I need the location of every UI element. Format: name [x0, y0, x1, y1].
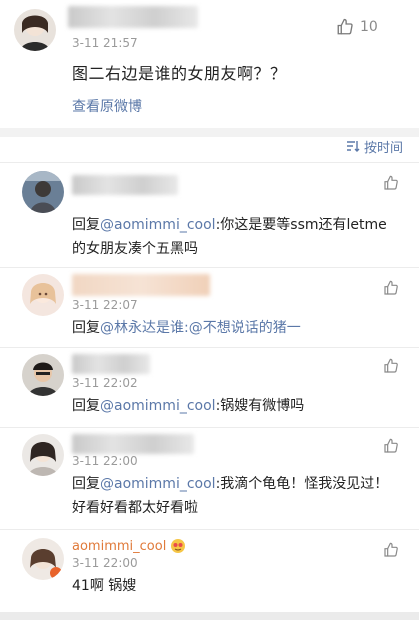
comment-text: 回复@aomimmi_cool:你这是要等ssm还有letme的女朋友凑个五黑吗 — [72, 213, 389, 261]
comment-username-hidden — [72, 274, 210, 296]
comment-text: 回复@aomimmi_cool:锅嫂有微博吗 — [72, 394, 389, 418]
comment-time: 3-11 22:00 — [72, 556, 138, 570]
comment-avatar[interactable] — [22, 274, 64, 316]
comment-username[interactable]: aomimmi_cool — [72, 538, 186, 554]
post-time: 3-11 21:57 — [72, 36, 138, 50]
comment-avatar[interactable] — [22, 354, 64, 396]
comment-avatar[interactable] — [22, 434, 64, 476]
comment-body: :@不想说话的猪一 — [184, 320, 301, 336]
comment-text: 回复@林永达是谁:@不想说话的猪一 — [72, 316, 389, 340]
post-like-button[interactable]: 10 — [336, 18, 378, 36]
comment-body: 41啊 锅嫂 — [72, 578, 137, 594]
post-text: 图二右边是谁的女朋友啊？？ — [72, 64, 287, 83]
reply-section: 按时间 回复@aomimmi_cool:你这是要等ssm还有letme的女朋友凑… — [0, 137, 419, 612]
thumbs-up-icon — [384, 542, 398, 557]
thumbs-up-icon — [337, 18, 353, 35]
comment-like-button[interactable] — [383, 280, 399, 296]
comment-text: 41啊 锅嫂 — [72, 574, 389, 598]
username-text[interactable]: aomimmi_cool — [72, 539, 166, 554]
mention-link[interactable]: @aomimmi_cool — [100, 217, 216, 233]
comment-time: 3-11 22:07 — [72, 298, 138, 312]
post-card: 3-11 21:57 10 图二右边是谁的女朋友啊？？ 查看原微博 — [0, 0, 419, 128]
comment-avatar[interactable] — [22, 171, 64, 213]
thumbs-up-icon — [384, 358, 398, 373]
sort-icon — [346, 141, 360, 152]
comment-time: 3-11 22:00 — [72, 454, 138, 468]
comment-like-button[interactable] — [383, 175, 399, 191]
comment-item: 3-11 22:07 回复@林永达是谁:@不想说话的猪一 — [0, 267, 419, 345]
comment-item: aomimmi_cool 3-11 22:00 41啊 锅嫂 — [0, 529, 419, 609]
comment-avatar[interactable] — [22, 538, 64, 580]
comment-item: 3-11 22:02 回复@aomimmi_cool:锅嫂有微博吗 — [0, 347, 419, 425]
mention-link[interactable]: @林永达是谁 — [100, 320, 184, 336]
thumbs-up-icon — [384, 175, 398, 190]
post-like-count: 10 — [360, 19, 378, 35]
comment-item: 3-11 22:00 回复@aomimmi_cool:我滴个龟龟！怪我没见过！好… — [0, 427, 419, 527]
sort-button[interactable]: 按时间 — [346, 135, 403, 157]
thumbs-up-icon — [384, 280, 398, 295]
comment-like-button[interactable] — [383, 358, 399, 374]
post-username-hidden — [68, 6, 198, 28]
comment-username-hidden — [72, 354, 150, 374]
comment-like-button[interactable] — [383, 438, 399, 454]
comment-body: :锅嫂有微博吗 — [215, 398, 305, 414]
comment-time: 3-11 22:02 — [72, 376, 138, 390]
view-original-link[interactable]: 查看原微博 — [72, 96, 142, 116]
mention-link[interactable]: @aomimmi_cool — [100, 398, 216, 414]
reply-prefix: 回复 — [72, 476, 100, 492]
comment-item: 回复@aomimmi_cool:你这是要等ssm还有letme的女朋友凑个五黑吗 — [0, 162, 419, 262]
thumbs-up-icon — [384, 438, 398, 453]
mention-link[interactable]: @aomimmi_cool — [100, 476, 216, 492]
comment-username-hidden — [72, 434, 194, 454]
sort-label: 按时间 — [363, 140, 403, 156]
reply-prefix: 回复 — [72, 398, 100, 414]
comment-like-button[interactable] — [383, 542, 399, 558]
comment-text: 回复@aomimmi_cool:我滴个龟龟！怪我没见过！好看好看都太好看啦 — [72, 472, 389, 520]
post-avatar[interactable] — [14, 9, 56, 51]
bottom-divider — [0, 612, 419, 620]
comment-username-hidden — [72, 175, 178, 195]
emoji-icon — [171, 539, 186, 553]
reply-prefix: 回复 — [72, 320, 100, 336]
reply-prefix: 回复 — [72, 217, 100, 233]
